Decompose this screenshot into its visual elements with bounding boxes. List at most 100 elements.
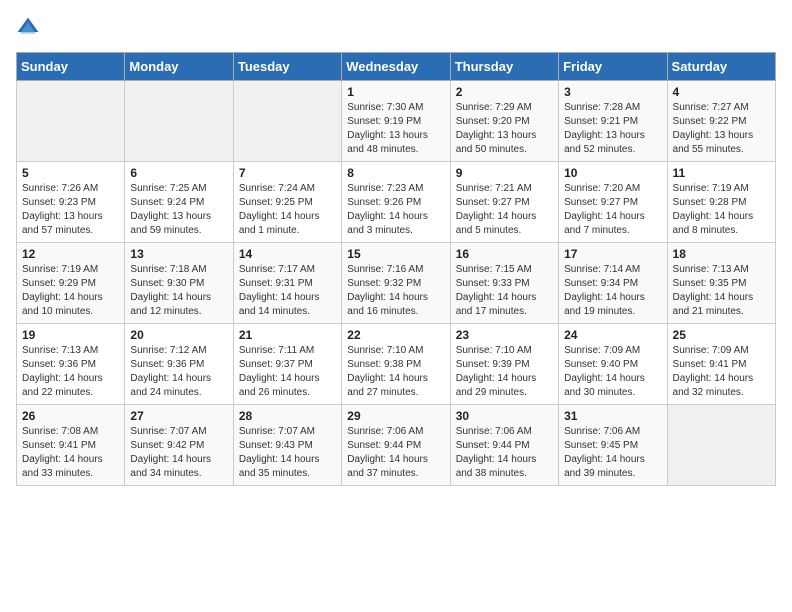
day-header-wednesday: Wednesday [342, 53, 450, 81]
day-number: 21 [239, 328, 336, 342]
calendar-cell: 19 Sunrise: 7:13 AM Sunset: 9:36 PM Dayli… [17, 324, 125, 405]
day-number: 20 [130, 328, 227, 342]
day-info: Sunrise: 7:10 AM Sunset: 9:38 PM Dayligh… [347, 344, 444, 400]
day-info: Sunrise: 7:12 AM Sunset: 9:36 PM Dayligh… [130, 344, 227, 400]
day-info: Sunrise: 7:14 AM Sunset: 9:34 PM Dayligh… [564, 263, 661, 319]
calendar-cell [125, 81, 233, 162]
day-number: 19 [22, 328, 119, 342]
week-row-5: 26 Sunrise: 7:08 AM Sunset: 9:41 PM Dayli… [17, 405, 776, 486]
day-info: Sunrise: 7:09 AM Sunset: 9:40 PM Dayligh… [564, 344, 661, 400]
day-number: 11 [673, 166, 770, 180]
day-info: Sunrise: 7:08 AM Sunset: 9:41 PM Dayligh… [22, 425, 119, 481]
calendar-cell: 1 Sunrise: 7:30 AM Sunset: 9:19 PM Daylig… [342, 81, 450, 162]
day-number: 24 [564, 328, 661, 342]
day-number: 16 [456, 247, 553, 261]
day-info: Sunrise: 7:18 AM Sunset: 9:30 PM Dayligh… [130, 263, 227, 319]
day-number: 22 [347, 328, 444, 342]
day-number: 12 [22, 247, 119, 261]
day-number: 6 [130, 166, 227, 180]
calendar-cell: 8 Sunrise: 7:23 AM Sunset: 9:26 PM Daylig… [342, 162, 450, 243]
calendar-cell: 29Sunrise: 7:06 AM Sunset: 9:44 PM Dayli… [342, 405, 450, 486]
day-number: 15 [347, 247, 444, 261]
day-info: Sunrise: 7:10 AM Sunset: 9:39 PM Dayligh… [456, 344, 553, 400]
calendar-cell: 20 Sunrise: 7:12 AM Sunset: 9:36 PM Dayli… [125, 324, 233, 405]
day-info: Sunrise: 7:30 AM Sunset: 9:19 PM Dayligh… [347, 101, 444, 157]
day-info: Sunrise: 7:20 AM Sunset: 9:27 PM Dayligh… [564, 182, 661, 238]
calendar-cell: 31 Sunrise: 7:06 AM Sunset: 9:45 PM Dayli… [559, 405, 667, 486]
calendar-cell: 16 Sunrise: 7:15 AM Sunset: 9:33 PM Dayli… [450, 243, 558, 324]
calendar-cell: 6 Sunrise: 7:25 AM Sunset: 9:24 PM Daylig… [125, 162, 233, 243]
week-row-3: 12 Sunrise: 7:19 AM Sunset: 9:29 PM Dayli… [17, 243, 776, 324]
day-number: 9 [456, 166, 553, 180]
day-info: Sunrise: 7:11 AM Sunset: 9:37 PM Dayligh… [239, 344, 336, 400]
day-info: Sunrise: 7:29 AM Sunset: 9:20 PM Dayligh… [456, 101, 553, 157]
day-info: Sunrise: 7:07 AM Sunset: 9:43 PM Dayligh… [239, 425, 336, 481]
day-info: Sunrise: 7:16 AM Sunset: 9:32 PM Dayligh… [347, 263, 444, 319]
calendar-cell: 26 Sunrise: 7:08 AM Sunset: 9:41 PM Dayli… [17, 405, 125, 486]
page-header [16, 16, 776, 40]
day-info: Sunrise: 7:13 AM Sunset: 9:36 PM Dayligh… [22, 344, 119, 400]
week-row-2: 5 Sunrise: 7:26 AM Sunset: 9:23 PM Daylig… [17, 162, 776, 243]
day-number: 10 [564, 166, 661, 180]
day-info: Sunrise: 7:09 AM Sunset: 9:41 PM Dayligh… [673, 344, 770, 400]
day-number: 25 [673, 328, 770, 342]
calendar-cell: 21 Sunrise: 7:11 AM Sunset: 9:37 PM Dayli… [233, 324, 341, 405]
day-number: 27 [130, 409, 227, 423]
day-info: Sunrise: 7:17 AM Sunset: 9:31 PM Dayligh… [239, 263, 336, 319]
day-header-monday: Monday [125, 53, 233, 81]
calendar-cell: 3Sunrise: 7:28 AM Sunset: 9:21 PM Daylig… [559, 81, 667, 162]
calendar-table: SundayMondayTuesdayWednesdayThursdayFrid… [16, 52, 776, 486]
calendar-cell: 14 Sunrise: 7:17 AM Sunset: 9:31 PM Dayli… [233, 243, 341, 324]
calendar-cell: 2 Sunrise: 7:29 AM Sunset: 9:20 PM Daylig… [450, 81, 558, 162]
day-number: 7 [239, 166, 336, 180]
day-header-row: SundayMondayTuesdayWednesdayThursdayFrid… [17, 53, 776, 81]
day-number: 1 [347, 85, 444, 99]
day-info: Sunrise: 7:28 AM Sunset: 9:21 PM Dayligh… [564, 101, 661, 157]
day-info: Sunrise: 7:06 AM Sunset: 9:45 PM Dayligh… [564, 425, 661, 481]
day-info: Sunrise: 7:24 AM Sunset: 9:25 PM Dayligh… [239, 182, 336, 238]
day-info: Sunrise: 7:07 AM Sunset: 9:42 PM Dayligh… [130, 425, 227, 481]
day-info: Sunrise: 7:26 AM Sunset: 9:23 PM Dayligh… [22, 182, 119, 238]
day-number: 8 [347, 166, 444, 180]
calendar-cell: 22 Sunrise: 7:10 AM Sunset: 9:38 PM Dayli… [342, 324, 450, 405]
day-info: Sunrise: 7:13 AM Sunset: 9:35 PM Dayligh… [673, 263, 770, 319]
calendar-cell: 15 Sunrise: 7:16 AM Sunset: 9:32 PM Dayli… [342, 243, 450, 324]
calendar-cell: 4Sunrise: 7:27 AM Sunset: 9:22 PM Daylig… [667, 81, 775, 162]
calendar-cell: 30 Sunrise: 7:06 AM Sunset: 9:44 PM Dayli… [450, 405, 558, 486]
day-number: 30 [456, 409, 553, 423]
day-header-thursday: Thursday [450, 53, 558, 81]
day-number: 29 [347, 409, 444, 423]
day-info: Sunrise: 7:15 AM Sunset: 9:33 PM Dayligh… [456, 263, 553, 319]
logo-icon [16, 16, 40, 40]
calendar-cell: 18 Sunrise: 7:13 AM Sunset: 9:35 PM Dayli… [667, 243, 775, 324]
day-info: Sunrise: 7:27 AM Sunset: 9:22 PM Dayligh… [673, 101, 770, 157]
calendar-cell: 28Sunrise: 7:07 AM Sunset: 9:43 PM Dayli… [233, 405, 341, 486]
day-number: 2 [456, 85, 553, 99]
week-row-1: 1 Sunrise: 7:30 AM Sunset: 9:19 PM Daylig… [17, 81, 776, 162]
day-info: Sunrise: 7:06 AM Sunset: 9:44 PM Dayligh… [456, 425, 553, 481]
calendar-cell: 10 Sunrise: 7:20 AM Sunset: 9:27 PM Dayli… [559, 162, 667, 243]
day-number: 14 [239, 247, 336, 261]
day-info: Sunrise: 7:19 AM Sunset: 9:29 PM Dayligh… [22, 263, 119, 319]
calendar-cell [667, 405, 775, 486]
day-info: Sunrise: 7:23 AM Sunset: 9:26 PM Dayligh… [347, 182, 444, 238]
calendar-cell [233, 81, 341, 162]
calendar-cell: 5 Sunrise: 7:26 AM Sunset: 9:23 PM Daylig… [17, 162, 125, 243]
day-header-sunday: Sunday [17, 53, 125, 81]
calendar-cell: 12 Sunrise: 7:19 AM Sunset: 9:29 PM Dayli… [17, 243, 125, 324]
calendar-cell: 17Sunrise: 7:14 AM Sunset: 9:34 PM Dayli… [559, 243, 667, 324]
day-number: 31 [564, 409, 661, 423]
day-number: 26 [22, 409, 119, 423]
day-header-friday: Friday [559, 53, 667, 81]
day-number: 13 [130, 247, 227, 261]
calendar-cell: 9Sunrise: 7:21 AM Sunset: 9:27 PM Daylig… [450, 162, 558, 243]
day-number: 23 [456, 328, 553, 342]
logo [16, 16, 44, 40]
day-info: Sunrise: 7:25 AM Sunset: 9:24 PM Dayligh… [130, 182, 227, 238]
calendar-cell: 7 Sunrise: 7:24 AM Sunset: 9:25 PM Daylig… [233, 162, 341, 243]
day-number: 18 [673, 247, 770, 261]
calendar-cell: 23 Sunrise: 7:10 AM Sunset: 9:39 PM Dayli… [450, 324, 558, 405]
calendar-cell: 13 Sunrise: 7:18 AM Sunset: 9:30 PM Dayli… [125, 243, 233, 324]
day-number: 5 [22, 166, 119, 180]
calendar-cell: 27 Sunrise: 7:07 AM Sunset: 9:42 PM Dayli… [125, 405, 233, 486]
